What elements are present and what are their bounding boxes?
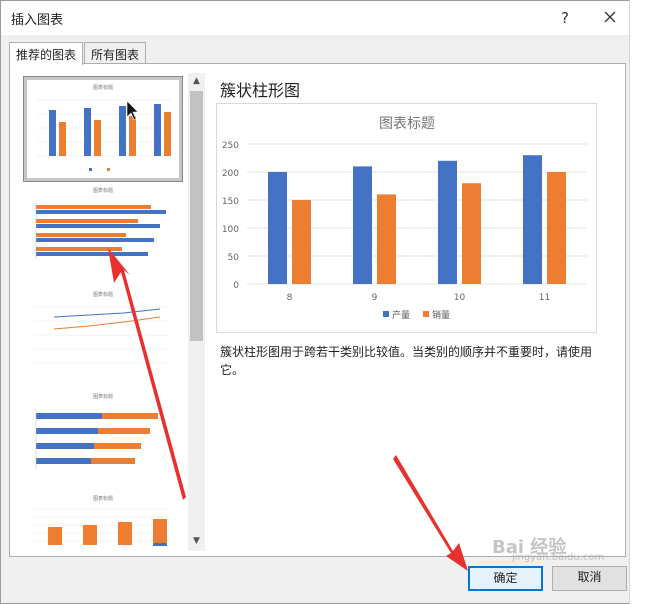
y-tick-label: 150 bbox=[222, 197, 239, 207]
title-bar: 插入图表 ? bbox=[1, 1, 644, 35]
bar-销量-11 bbox=[547, 172, 566, 284]
thumbnail-clustered-column[interactable]: 图表标题 bbox=[23, 76, 183, 182]
bar-产量-11 bbox=[523, 155, 542, 284]
bar-销量-10 bbox=[462, 183, 481, 284]
chart-description: 簇状柱形图用于跨若干类别比较值。当类别的顺序并不重要时，请使用它。 bbox=[220, 345, 593, 377]
tab-all-charts[interactable]: 所有图表 bbox=[84, 42, 147, 64]
watermark-sub: jingyan.baidu.com bbox=[512, 552, 605, 563]
bar-产量-9 bbox=[353, 166, 372, 284]
help-button[interactable]: ? bbox=[553, 6, 577, 30]
thumbnail-clustered-bar[interactable]: 图表标题 bbox=[24, 185, 182, 285]
thumbnail-chart-graphic bbox=[35, 201, 166, 259]
thumbnail-chart-graphic bbox=[37, 99, 172, 171]
chart-type-heading: 簇状柱形图 bbox=[220, 81, 301, 100]
spreadsheet-edge bbox=[629, 0, 645, 604]
thumbnail-title: 图表标题 bbox=[92, 394, 113, 400]
legend-swatch bbox=[383, 311, 389, 317]
thumbnail-stacked-column[interactable]: 图表标题 bbox=[24, 493, 182, 551]
ok-button[interactable]: 确定 bbox=[468, 566, 543, 591]
scroll-down-icon[interactable]: ▼ bbox=[188, 533, 205, 549]
legend-swatch bbox=[423, 311, 429, 317]
thumbnail-chart-graphic bbox=[34, 306, 169, 364]
scroll-up-icon[interactable]: ▲ bbox=[188, 73, 205, 89]
y-tick-label: 50 bbox=[228, 253, 240, 263]
close-button[interactable] bbox=[598, 6, 622, 30]
chart-thumbnail-list: 图表标题 图表标题 图表标题 图表标题 图表标题 bbox=[20, 73, 187, 551]
thumbnail-chart-graphic bbox=[35, 409, 158, 469]
legend-label: 销量 bbox=[432, 309, 450, 321]
close-icon bbox=[604, 11, 616, 23]
preview-chart: 图表标题 0 50 100 150 200 250 8 9 10 11 产量 销量 bbox=[222, 116, 587, 321]
cancel-button[interactable]: 取消 bbox=[552, 566, 627, 591]
thumbnail-line[interactable]: 图表标题 bbox=[24, 289, 182, 387]
x-tick-label: 10 bbox=[454, 293, 466, 303]
dialog-title: 插入图表 bbox=[11, 13, 64, 28]
bar-产量-10 bbox=[438, 160, 457, 284]
thumbnail-stacked-bar[interactable]: 图表标题 bbox=[24, 391, 182, 489]
x-tick-label: 11 bbox=[539, 293, 550, 303]
chart-preview: 图表标题 0 50 100 150 200 250 8 9 10 11 产量 销量 bbox=[216, 103, 597, 333]
bar-销量-9 bbox=[377, 194, 396, 284]
y-tick-label: 100 bbox=[222, 225, 239, 235]
insert-chart-dialog: 插入图表 ? 推荐的图表 所有图表 图表标题 图表标题 图表标题 图表标题 图表… bbox=[0, 0, 645, 604]
legend-label: 产量 bbox=[392, 309, 410, 321]
chart-title: 图表标题 bbox=[379, 116, 435, 132]
scrollbar-thumb[interactable] bbox=[190, 91, 203, 341]
thumbnail-title: 图表标题 bbox=[92, 188, 113, 194]
thumbnail-title: 图表标题 bbox=[92, 85, 113, 91]
x-tick-label: 8 bbox=[287, 293, 293, 303]
thumbnail-title: 图表标题 bbox=[92, 496, 113, 502]
x-tick-label: 9 bbox=[372, 293, 378, 303]
y-tick-label: 250 bbox=[222, 141, 239, 151]
thumbnail-scrollbar[interactable]: ▲ ▼ bbox=[188, 73, 205, 551]
y-tick-label: 200 bbox=[222, 169, 239, 179]
tab-recommended-charts[interactable]: 推荐的图表 bbox=[9, 42, 84, 65]
thumbnail-title: 图表标题 bbox=[92, 292, 113, 298]
bar-销量-8 bbox=[292, 200, 311, 284]
bar-产量-8 bbox=[268, 172, 287, 284]
y-tick-label: 0 bbox=[233, 281, 239, 291]
